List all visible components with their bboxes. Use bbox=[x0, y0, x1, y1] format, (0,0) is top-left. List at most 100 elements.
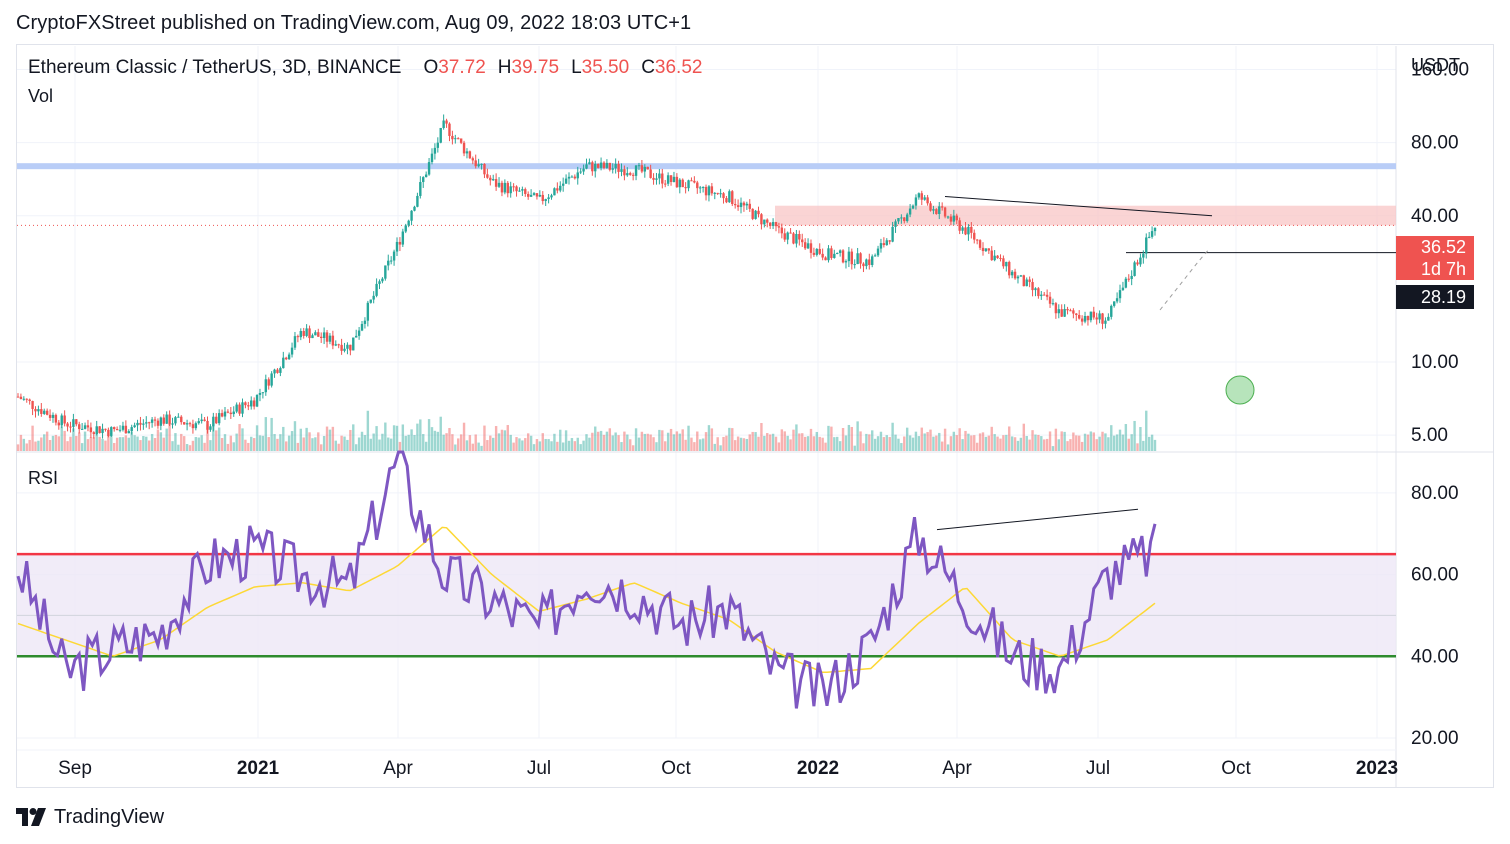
tradingview-footer[interactable]: TradingView bbox=[16, 803, 164, 831]
candle-body bbox=[1089, 311, 1093, 321]
volume-bar bbox=[217, 427, 221, 451]
volume-bar bbox=[710, 428, 714, 451]
candle-body bbox=[19, 396, 23, 399]
volume-bar bbox=[159, 432, 163, 451]
candle-body bbox=[250, 400, 253, 407]
candle-body bbox=[363, 320, 367, 324]
volume-bar bbox=[582, 440, 585, 451]
candle-body bbox=[83, 425, 87, 429]
volume-bar bbox=[1016, 440, 1020, 451]
candle-body bbox=[903, 217, 906, 222]
candles-group bbox=[16, 114, 1157, 439]
volume-bar bbox=[929, 429, 932, 451]
volume-bar bbox=[1069, 439, 1072, 451]
candle-body bbox=[311, 335, 314, 339]
volume-bar bbox=[1031, 430, 1034, 451]
volume-bar bbox=[427, 419, 431, 451]
candle-body bbox=[430, 153, 434, 163]
candle-body bbox=[375, 283, 378, 296]
candle-body bbox=[1063, 309, 1066, 317]
candle-body bbox=[859, 253, 862, 264]
candle-body bbox=[932, 209, 935, 211]
candle-body bbox=[1095, 317, 1098, 320]
volume-bar bbox=[795, 424, 798, 451]
candle-body bbox=[320, 336, 323, 338]
candle-body bbox=[1118, 290, 1122, 299]
candle-body bbox=[392, 251, 396, 261]
volume-bar bbox=[419, 419, 422, 451]
volume-bar bbox=[955, 435, 958, 451]
candle-body bbox=[868, 259, 871, 265]
volume-bar bbox=[113, 442, 116, 451]
candle-body bbox=[655, 178, 658, 180]
volume-bar bbox=[1048, 431, 1052, 451]
candle-body bbox=[771, 222, 775, 226]
candle-body bbox=[404, 225, 407, 232]
candle-body bbox=[34, 408, 37, 412]
volume-bar bbox=[687, 425, 690, 451]
volume-bar bbox=[462, 422, 466, 451]
candle-body bbox=[1115, 298, 1119, 302]
volume-bar bbox=[115, 437, 119, 451]
candle-body bbox=[1112, 301, 1116, 306]
candle-body bbox=[774, 222, 778, 227]
candle-body bbox=[975, 239, 979, 241]
rsi-tick-label: 40.00 bbox=[1411, 646, 1459, 667]
volume-bar bbox=[588, 437, 591, 451]
volume-bar bbox=[305, 427, 308, 451]
candle-body bbox=[981, 247, 985, 252]
candle-body bbox=[293, 336, 297, 348]
candle-body bbox=[640, 165, 644, 172]
candle-body bbox=[503, 182, 507, 193]
volume-bar bbox=[838, 441, 842, 451]
volume-bar bbox=[809, 428, 813, 451]
candle-body bbox=[1060, 309, 1063, 317]
candle-body bbox=[75, 419, 78, 425]
candle-body bbox=[582, 168, 585, 172]
candle-body bbox=[617, 163, 620, 172]
volume-bar bbox=[605, 431, 609, 451]
volume-bar bbox=[532, 444, 536, 451]
volume-bar bbox=[293, 421, 297, 451]
candle-body bbox=[139, 422, 142, 425]
candle-body bbox=[803, 242, 807, 249]
volume-bar bbox=[72, 428, 75, 451]
volume-bar bbox=[459, 434, 463, 451]
candle-body bbox=[978, 240, 982, 248]
candle-body bbox=[780, 227, 784, 234]
candle-body bbox=[147, 422, 151, 424]
candle-body bbox=[742, 202, 746, 206]
volume-label: Vol bbox=[28, 86, 54, 106]
volume-bar bbox=[19, 434, 23, 451]
volume-bar bbox=[967, 433, 970, 451]
volume-bar bbox=[78, 432, 81, 451]
candle-body bbox=[885, 240, 888, 246]
volume-bar bbox=[923, 433, 926, 451]
candle-body bbox=[608, 162, 612, 170]
chart-canvas[interactable]: 160.0080.0040.0010.005.0080.0060.0040.00… bbox=[0, 0, 1510, 844]
candle-body bbox=[492, 179, 495, 181]
candle-body bbox=[1072, 310, 1075, 314]
volume-bar bbox=[1057, 439, 1060, 451]
candle-body bbox=[454, 138, 457, 140]
candle-body bbox=[722, 193, 725, 199]
candle-body bbox=[25, 398, 28, 400]
volume-bar bbox=[550, 441, 553, 451]
candle-body bbox=[643, 166, 647, 172]
volume-bar bbox=[209, 440, 212, 451]
volume-bar bbox=[416, 423, 419, 451]
candle-body bbox=[1051, 303, 1055, 305]
candle-body bbox=[553, 188, 556, 196]
volume-bar bbox=[1092, 432, 1095, 451]
candle-body bbox=[757, 210, 760, 215]
volume-bar bbox=[704, 432, 708, 451]
candle-body bbox=[436, 142, 440, 148]
volume-bar bbox=[104, 440, 107, 451]
candle-body bbox=[777, 226, 781, 228]
candle-body bbox=[241, 402, 244, 414]
rsi-tick-label: 20.00 bbox=[1411, 728, 1459, 749]
volume-bar bbox=[646, 433, 649, 451]
candle-body bbox=[1101, 313, 1104, 324]
rsi-label: RSI bbox=[28, 468, 59, 488]
volume-bar bbox=[640, 431, 644, 451]
